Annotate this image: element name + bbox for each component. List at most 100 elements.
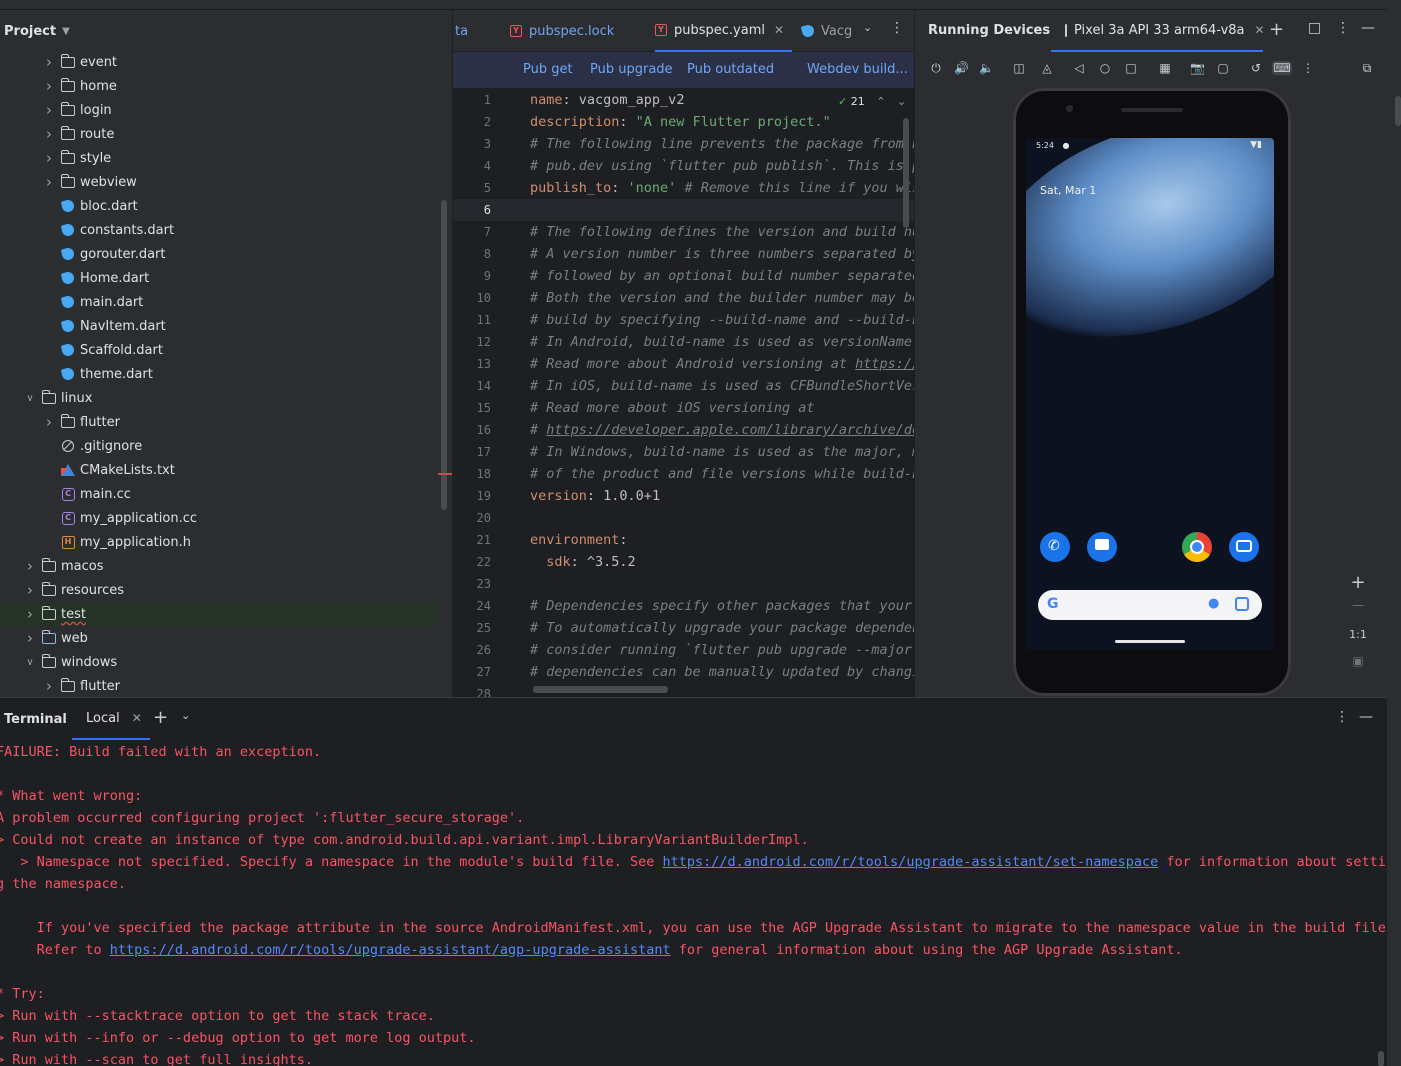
- lens-icon[interactable]: [1235, 597, 1249, 611]
- maximize-icon[interactable]: □: [1308, 20, 1321, 36]
- phone-app-icon[interactable]: ✆: [1040, 532, 1070, 562]
- chevron-down-icon[interactable]: ⌄: [863, 21, 872, 34]
- close-icon[interactable]: ✕: [132, 711, 142, 725]
- tree-item[interactable]: Cmy_application.cc: [42, 506, 197, 530]
- inspection-widget[interactable]: ✓ 21 ⌃ ⌄: [838, 95, 906, 108]
- rotate-right-icon[interactable]: ◬: [1040, 61, 1054, 75]
- tree-item[interactable]: Hmy_application.h: [42, 530, 191, 554]
- terminal-link[interactable]: https://d.android.com/r/tools/upgrade-as…: [662, 854, 1158, 870]
- tree-item[interactable]: Cmain.cc: [42, 482, 131, 506]
- device-tab[interactable]: Pixel 3a API 33 arm64-v8a ✕: [1051, 10, 1265, 52]
- pub-upgrade-button[interactable]: Pub upgrade: [590, 62, 673, 77]
- more-options-icon[interactable]: ⋮: [1335, 709, 1349, 725]
- phone-screen[interactable]: 5:24 ● ▼▮ Sat, Mar 1 ✆ G ●: [1026, 138, 1274, 650]
- screen-record-icon[interactable]: ▢: [1216, 61, 1230, 75]
- chevron-right-icon[interactable]: ›: [42, 149, 56, 167]
- home-icon[interactable]: ○: [1098, 61, 1112, 75]
- add-icon[interactable]: +: [153, 707, 168, 728]
- chevron-right-icon[interactable]: ›: [42, 413, 56, 431]
- chevron-down-icon[interactable]: ⌄: [897, 95, 906, 108]
- tree-item[interactable]: › event: [42, 50, 117, 74]
- pub-outdated-button[interactable]: Pub outdated: [687, 62, 774, 77]
- chevron-down-icon[interactable]: ∨: [23, 657, 37, 668]
- tree-item[interactable]: CMakeLists.txt: [42, 458, 175, 482]
- tree-item[interactable]: › macos: [23, 554, 104, 578]
- chevron-right-icon[interactable]: ›: [23, 605, 37, 623]
- pub-get-button[interactable]: Pub get: [523, 62, 573, 77]
- tree-item[interactable]: › flutter: [42, 410, 120, 434]
- screenshot-icon[interactable]: 📷: [1190, 61, 1205, 75]
- tree-item[interactable]: constants.dart: [42, 218, 174, 242]
- device-settings-icon[interactable]: ▦: [1158, 61, 1172, 75]
- tree-item[interactable]: .gitignore: [42, 434, 142, 458]
- close-icon[interactable]: ✕: [1255, 23, 1265, 37]
- tree-item[interactable]: › route: [42, 122, 114, 146]
- more-options-icon[interactable]: ⋮: [890, 20, 904, 36]
- rotate-left-icon[interactable]: ◫: [1012, 61, 1026, 75]
- close-icon[interactable]: ✕: [774, 23, 784, 37]
- tree-item[interactable]: › resources: [23, 578, 124, 602]
- project-view-selector[interactable]: Project ▼: [0, 10, 452, 52]
- messages-app-icon[interactable]: [1087, 532, 1117, 562]
- chevron-right-icon[interactable]: ›: [23, 557, 37, 575]
- tree-item[interactable]: bloc.dart: [42, 194, 138, 218]
- mic-icon[interactable]: ●: [1208, 596, 1219, 611]
- volume-up-icon[interactable]: 🔊: [954, 61, 969, 75]
- chevron-up-icon[interactable]: ⌃: [876, 95, 885, 108]
- chevron-right-icon[interactable]: ›: [23, 629, 37, 647]
- tree-item[interactable]: Scaffold.dart: [42, 338, 163, 362]
- more-options-icon[interactable]: ⋮: [1336, 20, 1350, 36]
- terminal-link[interactable]: https://d.android.com/r/tools/upgrade-as…: [110, 942, 671, 958]
- back-icon[interactable]: ◁: [1072, 61, 1086, 75]
- chevron-right-icon[interactable]: ›: [42, 77, 56, 95]
- zoom-fit-icon[interactable]: ▣: [1343, 654, 1373, 668]
- tree-item[interactable]: › style: [42, 146, 111, 170]
- reset-icon[interactable]: ↺: [1249, 61, 1263, 75]
- tree-item[interactable]: main.dart: [42, 290, 143, 314]
- minimize-icon[interactable]: —: [1359, 709, 1373, 725]
- tree-item[interactable]: › webview: [42, 170, 137, 194]
- project-scrollbar[interactable]: [441, 200, 447, 510]
- chevron-right-icon[interactable]: ›: [23, 581, 37, 599]
- terminal-tab-local[interactable]: Local ✕: [72, 698, 150, 740]
- volume-down-icon[interactable]: 🔈: [979, 61, 994, 75]
- chevron-right-icon[interactable]: ›: [42, 101, 56, 119]
- google-search-bar[interactable]: G ●: [1038, 590, 1262, 620]
- chevron-right-icon[interactable]: ›: [42, 677, 56, 695]
- tree-item[interactable]: theme.dart: [42, 362, 153, 386]
- chevron-right-icon[interactable]: ›: [42, 53, 56, 71]
- chevron-right-icon[interactable]: ›: [42, 173, 56, 191]
- tab-data[interactable]: ta: [455, 10, 468, 52]
- device-mirroring-icon[interactable]: ⧉: [1360, 61, 1374, 75]
- tree-item[interactable]: › login: [42, 98, 112, 122]
- power-icon[interactable]: ⏻: [929, 61, 943, 75]
- gesture-bar[interactable]: [1115, 640, 1185, 643]
- tab-vacgom[interactable]: Vacg: [800, 10, 852, 52]
- tree-item[interactable]: NavItem.dart: [42, 314, 166, 338]
- overview-icon[interactable]: □: [1124, 61, 1138, 75]
- tree-item[interactable]: › flutter: [42, 674, 120, 698]
- tree-item[interactable]: ∨ linux: [23, 386, 92, 410]
- chevron-down-icon[interactable]: ∨: [23, 393, 37, 404]
- zoom-in-icon[interactable]: +: [1343, 572, 1373, 593]
- zoom-actual-size[interactable]: 1:1: [1343, 628, 1373, 641]
- code-area[interactable]: 1 2 3 4 5 6 7 8 9 10 11 12 13 14 15 16 17 18 19 20 21 22 23 24 2…: [453, 88, 914, 697]
- tab-pubspec-lock[interactable]: Y pubspec.lock: [510, 10, 614, 52]
- tree-item[interactable]: ∨ windows: [23, 650, 117, 674]
- add-icon[interactable]: +: [1269, 19, 1284, 40]
- minimize-icon[interactable]: —: [1361, 20, 1375, 36]
- tree-item[interactable]: Home.dart: [42, 266, 149, 290]
- camera-app-icon[interactable]: [1229, 532, 1259, 562]
- zoom-out-icon[interactable]: —: [1343, 598, 1373, 612]
- chevron-right-icon[interactable]: ›: [42, 125, 56, 143]
- editor-vertical-scrollbar[interactable]: [903, 118, 909, 228]
- chevron-down-icon[interactable]: ⌄: [181, 709, 190, 722]
- terminal-scrollbar[interactable]: [1378, 1051, 1384, 1066]
- keyboard-icon[interactable]: ⌨: [1272, 61, 1292, 75]
- chrome-app-icon[interactable]: [1182, 532, 1212, 562]
- more-options-icon[interactable]: ⋮: [1301, 61, 1315, 75]
- webdev-build-button[interactable]: Webdev build...: [807, 62, 908, 77]
- tab-pubspec-yaml[interactable]: Y pubspec.yaml ✕: [655, 10, 793, 52]
- editor-horizontal-scrollbar[interactable]: [533, 686, 668, 693]
- tool-strip-handle[interactable]: [1395, 96, 1401, 126]
